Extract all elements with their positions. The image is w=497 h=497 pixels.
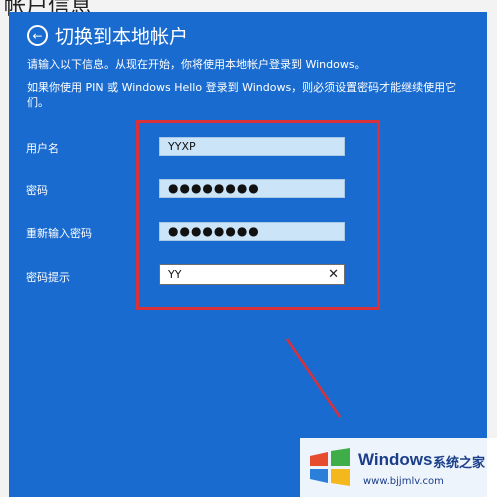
watermark-site-name: 系统之家 xyxy=(433,456,486,471)
watermark-url: www.bjjmlv.com xyxy=(363,476,444,487)
windows-logo-icon xyxy=(310,448,350,486)
switch-local-account-dialog: ← 切换到本地帐户 请输入以下信息。从现在开始，你将使用本地帐户登录到 Wind… xyxy=(9,12,487,497)
watermark-brand: Windows xyxy=(358,450,433,469)
watermark: Windows 系统之家 www.bjjmlv.com xyxy=(300,438,497,497)
annotation-arrow xyxy=(285,338,342,418)
